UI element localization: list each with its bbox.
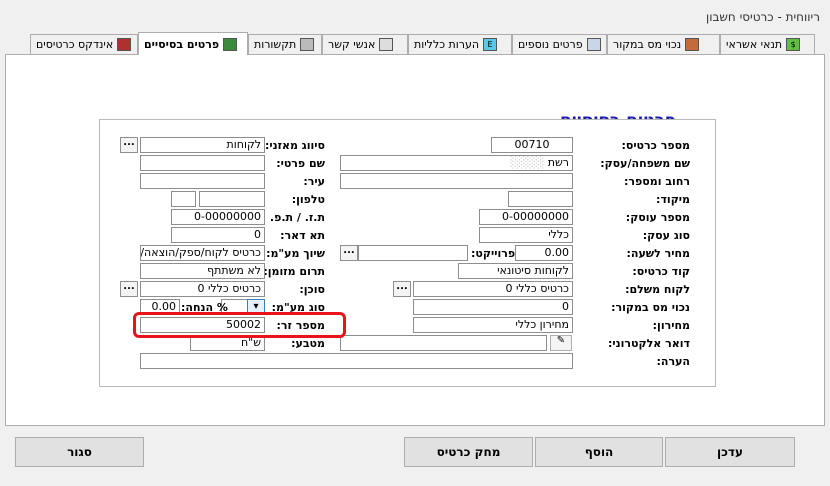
close-button[interactable]: סגור — [15, 437, 144, 467]
first-name-label: שם פרטי: — [276, 157, 325, 170]
tab-general-notes[interactable]: E הערות כלליות — [408, 34, 512, 54]
id-field[interactable]: 0-00000000 — [171, 209, 265, 225]
business-no-label: מספר עוסק: — [625, 211, 690, 224]
agent-label: סוכן: — [299, 283, 325, 296]
hour-price-field[interactable]: 0.00 — [515, 245, 573, 261]
note-field[interactable] — [140, 353, 573, 369]
phone-icon — [300, 38, 315, 51]
project-field[interactable] — [358, 245, 468, 261]
payer-label: לקוח משלם: — [625, 283, 690, 296]
agent-browse-button[interactable]: ... — [120, 281, 138, 297]
city-label: עיר: — [303, 175, 325, 188]
card-number-field[interactable]: 00710 — [491, 137, 573, 153]
tab-panel: פרטים בסיסיים — [5, 54, 825, 426]
index-icon — [117, 38, 132, 51]
tab-tax-deduction[interactable]: נכוי מס במקור — [607, 34, 720, 54]
cash-donation-label: תרום מזומן: — [263, 265, 325, 278]
vat-assign-label: שיוך מע"מ: — [266, 247, 325, 260]
first-name-field[interactable] — [140, 155, 265, 171]
street-label: רחוב ומספר: — [624, 175, 690, 188]
update-button[interactable]: עדכן — [665, 437, 795, 467]
phone-prefix-field[interactable] — [171, 191, 196, 207]
family-name-label: שם משפחה/עסק: — [600, 157, 690, 170]
add-button[interactable]: הוסף — [535, 437, 663, 467]
delete-card-button[interactable]: מחק כרטיס — [404, 437, 533, 467]
note-label: הערה: — [656, 355, 690, 368]
agent-field[interactable]: כרטיס כללי 0 — [140, 281, 265, 297]
tab-additional-details[interactable]: פרטים נוספים — [512, 34, 607, 54]
money-bag-icon: $ — [786, 38, 801, 51]
hammer-icon — [685, 38, 700, 51]
pricelist-label: מחירון: — [652, 319, 690, 332]
tab-basic-details[interactable]: פרטים בסיסיים — [138, 32, 248, 55]
book-icon — [223, 37, 238, 51]
zip-field[interactable] — [508, 191, 573, 207]
zip-label: מיקוד: — [656, 193, 690, 206]
business-type-field[interactable]: כללי — [479, 227, 573, 243]
window-titlebar: ריווחית - כרטיסי חשבון — [0, 0, 830, 34]
project-label: פרוייקט: — [471, 247, 516, 260]
card-code-label: קוד כרטיס: — [632, 265, 690, 278]
contacts-icon — [379, 38, 394, 51]
foreign-no-highlight — [133, 312, 346, 338]
hour-price-label: מחיר לשעה: — [626, 247, 691, 260]
tab-credit-terms[interactable]: $ תנאי אשראי — [720, 34, 815, 54]
payer-browse-button[interactable]: ... — [393, 281, 411, 297]
window-title: ריווחית - כרטיסי חשבון — [705, 10, 820, 24]
vat-assign-field[interactable]: כרטיס לקוח/ספק/הוצאה/ה — [140, 245, 265, 261]
edit-icon: E — [483, 38, 498, 51]
tab-strip: $ תנאי אשראי נכוי מס במקור פרטים נוספים E… — [5, 32, 825, 55]
email-label: דואר אלקטרוני: — [608, 337, 690, 350]
email-send-icon[interactable]: ✎ — [550, 335, 572, 351]
currency-label: מטבע: — [291, 337, 325, 350]
phone-number-field[interactable] — [199, 191, 265, 207]
pricelist-field[interactable]: מחירון כללי — [413, 317, 573, 333]
balance-class-label: סיווג מאזני: — [264, 139, 325, 152]
tab-communications[interactable]: תקשורות — [248, 34, 322, 54]
street-field[interactable] — [340, 173, 573, 189]
tab-contacts[interactable]: אנשי קשר — [322, 34, 408, 54]
phone-label: טלפון: — [291, 193, 325, 206]
tax-deduct-field[interactable]: 0 — [413, 299, 573, 315]
balance-class-browse-button[interactable]: ... — [120, 137, 138, 153]
family-name-field[interactable]: רשת ░░░░ — [340, 155, 573, 171]
tab-card-index[interactable]: אינדקס כרטיסים — [30, 34, 138, 54]
email-field[interactable] — [340, 335, 547, 351]
tax-deduct-label: נכוי מס במקור: — [611, 301, 690, 314]
id-label: ת.ז. / ת.פ. : — [261, 211, 325, 224]
project-browse-button[interactable]: ... — [340, 245, 358, 261]
card-number-label: מספר כרטיס: — [621, 139, 690, 152]
balance-class-field[interactable]: לקוחות — [140, 137, 265, 153]
business-type-label: סוג עסק: — [642, 229, 690, 242]
card-code-field[interactable]: לקוחות סיטונאי — [458, 263, 573, 279]
mailbox-label: תא דאר: — [280, 229, 325, 242]
payer-field[interactable]: כרטיס כללי 0 — [413, 281, 573, 297]
document-icon — [586, 38, 601, 51]
mailbox-field[interactable]: 0 — [171, 227, 265, 243]
city-field[interactable] — [140, 173, 265, 189]
business-no-field[interactable]: 0-00000000 — [479, 209, 573, 225]
cash-donation-field[interactable]: לא משתתף — [140, 263, 265, 279]
